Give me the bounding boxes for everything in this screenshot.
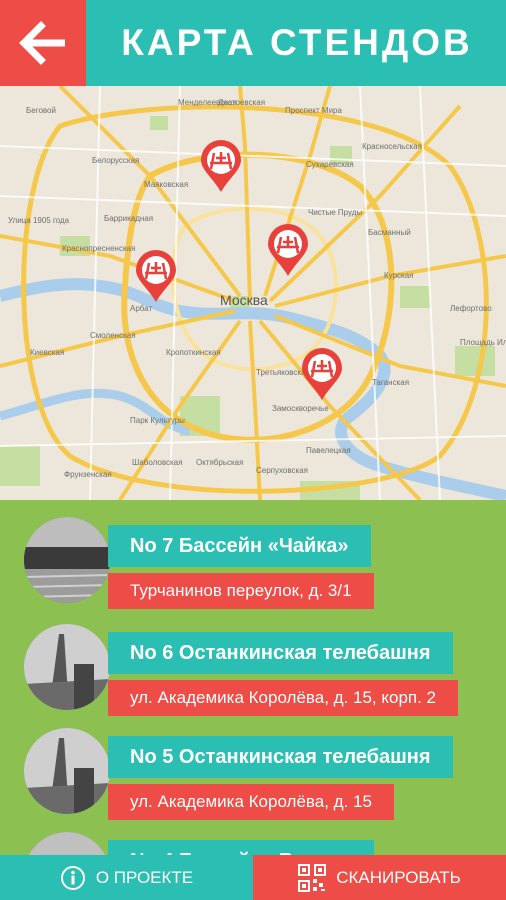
map-label: Лефортово: [450, 304, 492, 313]
map-label: Улица 1905 года: [8, 216, 70, 225]
map-label: Сухаревская: [306, 160, 354, 169]
about-button[interactable]: О ПРОЕКТЕ: [0, 855, 253, 900]
bottom-bar: О ПРОЕКТЕ СКАНИРОВАТЬ: [0, 855, 506, 900]
map-label: Маяковская: [144, 180, 189, 189]
scan-button[interactable]: СКАНИРОВАТЬ: [253, 855, 506, 900]
list-item[interactable]: No 6 Останкинская телебашня ул. Академик…: [0, 624, 506, 724]
stand-address: Турчанинов переулок, д. 3/1: [108, 573, 374, 609]
map-pin-stand[interactable]: [134, 248, 178, 304]
back-button[interactable]: [0, 0, 86, 86]
map-label: Басманный: [368, 228, 411, 237]
stand-photo: [24, 517, 110, 603]
map-pin-icon: [302, 348, 342, 400]
map-label: Баррикадная: [104, 214, 154, 223]
map-label: Достоевская: [218, 98, 266, 107]
map-label: Арбат: [130, 304, 153, 313]
arrow-left-icon: [19, 21, 65, 65]
map-pin-icon: [268, 224, 308, 276]
qr-code-icon: [298, 863, 327, 892]
map-label: Киевская: [30, 348, 65, 357]
map-label: Парк Культуры: [130, 416, 185, 425]
city-label: Москва: [220, 292, 268, 308]
page-title: КАРТА СТЕНДОВ: [121, 22, 473, 63]
map-label: Краснопресненская: [62, 244, 136, 253]
scan-label: СКАНИРОВАТЬ: [336, 867, 461, 887]
info-icon: [60, 865, 85, 890]
map-label: Серпуховская: [256, 466, 308, 475]
list-item[interactable]: No 4 Бассейн «Волна»: [0, 832, 506, 855]
map-label: Проспект Мира: [285, 106, 342, 115]
map-pin-stand[interactable]: [199, 138, 243, 194]
map-label: Беговой: [26, 106, 56, 115]
map-label: Октябрьская: [196, 458, 244, 467]
stand-photo: [24, 728, 110, 814]
map-pin-icon: [136, 250, 176, 302]
about-label: О ПРОЕКТЕ: [95, 867, 194, 887]
stand-title: No 6 Останкинская телебашня: [108, 632, 453, 674]
map-pin-stand[interactable]: [266, 222, 310, 278]
map-label: Фрунзенская: [64, 470, 112, 479]
map-label: Белорусская: [92, 156, 140, 165]
map-label: Красносельская: [362, 142, 422, 151]
stand-photo: [24, 624, 110, 710]
map-label: Кропоткинская: [166, 348, 221, 357]
map-label: Павелецкая: [306, 446, 351, 455]
stand-address: ул. Академика Королёва, д. 15, корп. 2: [108, 680, 459, 716]
stand-photo: [24, 832, 110, 855]
map-label: Чистые Пруды: [308, 208, 363, 217]
map-view[interactable]: Беговой Менделеевская Достоевская Проспе…: [0, 86, 506, 500]
map-label: Курская: [384, 271, 414, 280]
header: КАРТА СТЕНДОВ: [0, 0, 506, 86]
map-pin-stand[interactable]: [300, 346, 344, 402]
stand-title: No 4 Бассейн «Волна»: [108, 840, 375, 855]
map-label: Замоскворечье: [272, 404, 329, 413]
stands-list: No 7 Бассейн «Чайка» Турчанинов переулок…: [0, 500, 506, 855]
map-label: Площадь Ильича: [460, 338, 506, 347]
stand-title: No 5 Останкинская телебашня: [108, 736, 453, 778]
map-label: Шаболовская: [132, 458, 183, 467]
list-item[interactable]: No 7 Бассейн «Чайка» Турчанинов переулок…: [0, 517, 506, 617]
stand-address: ул. Академика Королёва, д. 15: [108, 784, 394, 820]
map-label: Смоленская: [90, 331, 136, 340]
map-label: Таганская: [372, 378, 410, 387]
list-item[interactable]: No 5 Останкинская телебашня ул. Академик…: [0, 728, 506, 828]
map-pin-icon: [201, 140, 241, 192]
stand-title: No 7 Бассейн «Чайка»: [108, 525, 371, 567]
